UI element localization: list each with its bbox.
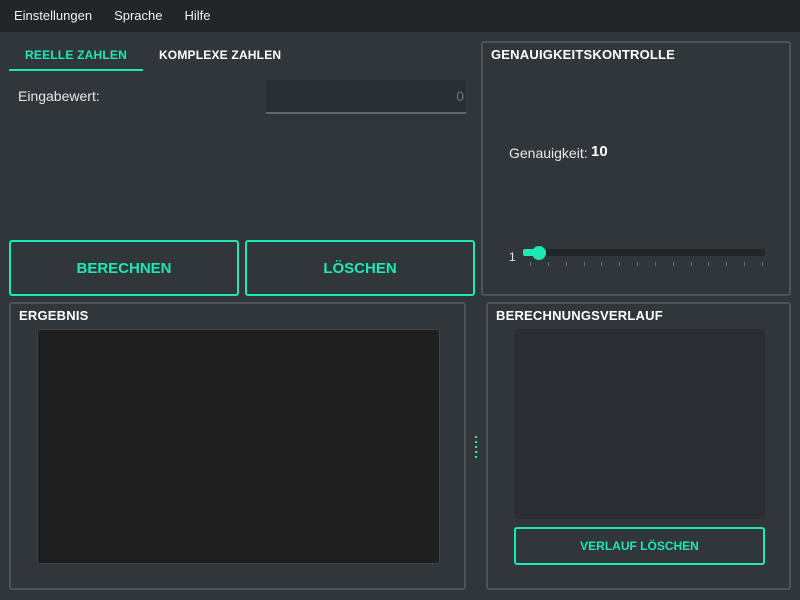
calculate-button[interactable]: BERECHNEN bbox=[9, 240, 239, 296]
slider-tick bbox=[619, 262, 621, 266]
precision-group-title: GENAUIGKEITSKONTROLLE bbox=[491, 47, 676, 62]
slider-tick bbox=[690, 262, 692, 266]
result-group-title: ERGEBNIS bbox=[19, 308, 89, 323]
precision-slider-handle[interactable] bbox=[532, 246, 546, 260]
clear-history-button[interactable]: VERLAUF LÖSCHEN bbox=[514, 527, 765, 565]
slider-min-label: 1 bbox=[509, 250, 516, 264]
input-label: Eingabewert: bbox=[18, 88, 100, 104]
slider-tick bbox=[547, 262, 549, 266]
precision-control-group: GENAUIGKEITSKONTROLLE Genauigkeit: 10 1 bbox=[481, 41, 791, 296]
slider-tick bbox=[654, 262, 656, 266]
slider-tick bbox=[601, 262, 603, 266]
menu-einstellungen[interactable]: Einstellungen bbox=[3, 0, 103, 32]
result-group: ERGEBNIS bbox=[9, 302, 466, 590]
history-group: BERECHNUNGSVERLAUF VERLAUF LÖSCHEN bbox=[486, 302, 791, 590]
clear-button[interactable]: LÖSCHEN bbox=[245, 240, 475, 296]
menu-bar: Einstellungen Sprache Hilfe bbox=[0, 0, 800, 32]
slider-tick bbox=[583, 262, 585, 266]
history-list[interactable] bbox=[514, 329, 765, 519]
precision-label: Genauigkeit: bbox=[509, 145, 588, 161]
slider-tick bbox=[530, 262, 531, 266]
input-value-field[interactable] bbox=[266, 80, 466, 114]
slider-tick bbox=[744, 262, 746, 266]
tab-komplexe-zahlen[interactable]: KOMPLEXE ZAHLEN bbox=[143, 40, 297, 71]
menu-sprache[interactable]: Sprache bbox=[103, 0, 173, 32]
slider-tick bbox=[726, 262, 728, 266]
precision-value: 10 bbox=[591, 143, 608, 160]
slider-tick bbox=[565, 262, 567, 266]
result-display[interactable] bbox=[37, 329, 440, 564]
number-type-tabs: REELLE ZAHLEN KOMPLEXE ZAHLEN bbox=[9, 40, 297, 71]
slider-tick bbox=[708, 262, 710, 266]
slider-tick bbox=[762, 262, 763, 266]
menu-hilfe[interactable]: Hilfe bbox=[173, 0, 221, 32]
splitter-handle[interactable] bbox=[471, 436, 481, 458]
history-group-title: BERECHNUNGSVERLAUF bbox=[496, 308, 663, 323]
precision-slider-track[interactable] bbox=[523, 249, 765, 256]
tab-reelle-zahlen[interactable]: REELLE ZAHLEN bbox=[9, 40, 143, 71]
slider-tick bbox=[637, 262, 639, 266]
slider-tick bbox=[672, 262, 674, 266]
